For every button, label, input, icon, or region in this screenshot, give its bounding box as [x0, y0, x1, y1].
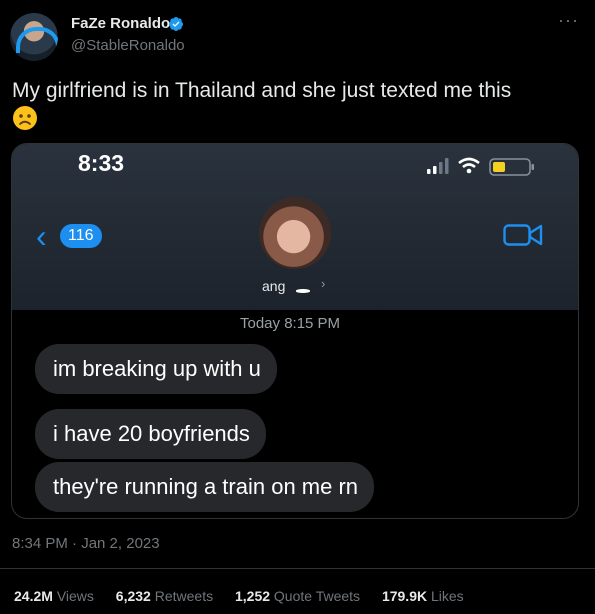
tweet-text: My girlfriend is in Thailand and she jus… [12, 77, 582, 131]
quote-tweets-stat[interactable]: 1,252 Quote Tweets [235, 588, 360, 604]
more-icon[interactable]: ··· [558, 10, 579, 31]
views-stat[interactable]: 24.2M Views [14, 588, 94, 604]
divider [0, 568, 595, 569]
status-time: 8:33 [78, 150, 125, 176]
message-timestamp: Today 8:15 PM [240, 315, 341, 332]
likes-stat[interactable]: 179.9K Likes [382, 588, 464, 604]
slightly-frowning-face-icon [13, 106, 37, 131]
tweet-media[interactable]: 8:33 ‹ 116 ang › Today 8:15 PM im breaki… [11, 143, 579, 519]
chevron-right-icon[interactable]: › [321, 276, 325, 291]
author-name[interactable]: FaZe Ronaldo [71, 15, 170, 32]
retweets-stat[interactable]: 6,232 Retweets [116, 588, 213, 604]
author-handle[interactable]: @StableRonaldo [71, 37, 185, 54]
tweet-stats: 24.2M Views 6,232 Retweets 1,252 Quote T… [14, 588, 482, 604]
video-call-icon[interactable] [503, 222, 543, 248]
contact-name[interactable]: ang [262, 278, 285, 294]
tweet-body: My girlfriend is in Thailand and she jus… [12, 79, 512, 102]
message-bubble: they're running a train on me rn [35, 462, 375, 512]
message-bubble: i have 20 boyfriends [35, 409, 266, 459]
verified-badge-icon [169, 17, 184, 31]
author-avatar[interactable] [10, 13, 58, 61]
unread-count-badge[interactable]: 116 [60, 224, 102, 248]
back-chevron-icon[interactable]: ‹ [36, 220, 47, 252]
contact-name-emoji [296, 289, 310, 293]
message-bubble: im breaking up with u [35, 344, 277, 394]
status-indicators-icon [427, 157, 534, 176]
tweet-date[interactable]: 8:34 PM · Jan 2, 2023 [12, 535, 160, 552]
contact-avatar[interactable] [259, 197, 331, 269]
